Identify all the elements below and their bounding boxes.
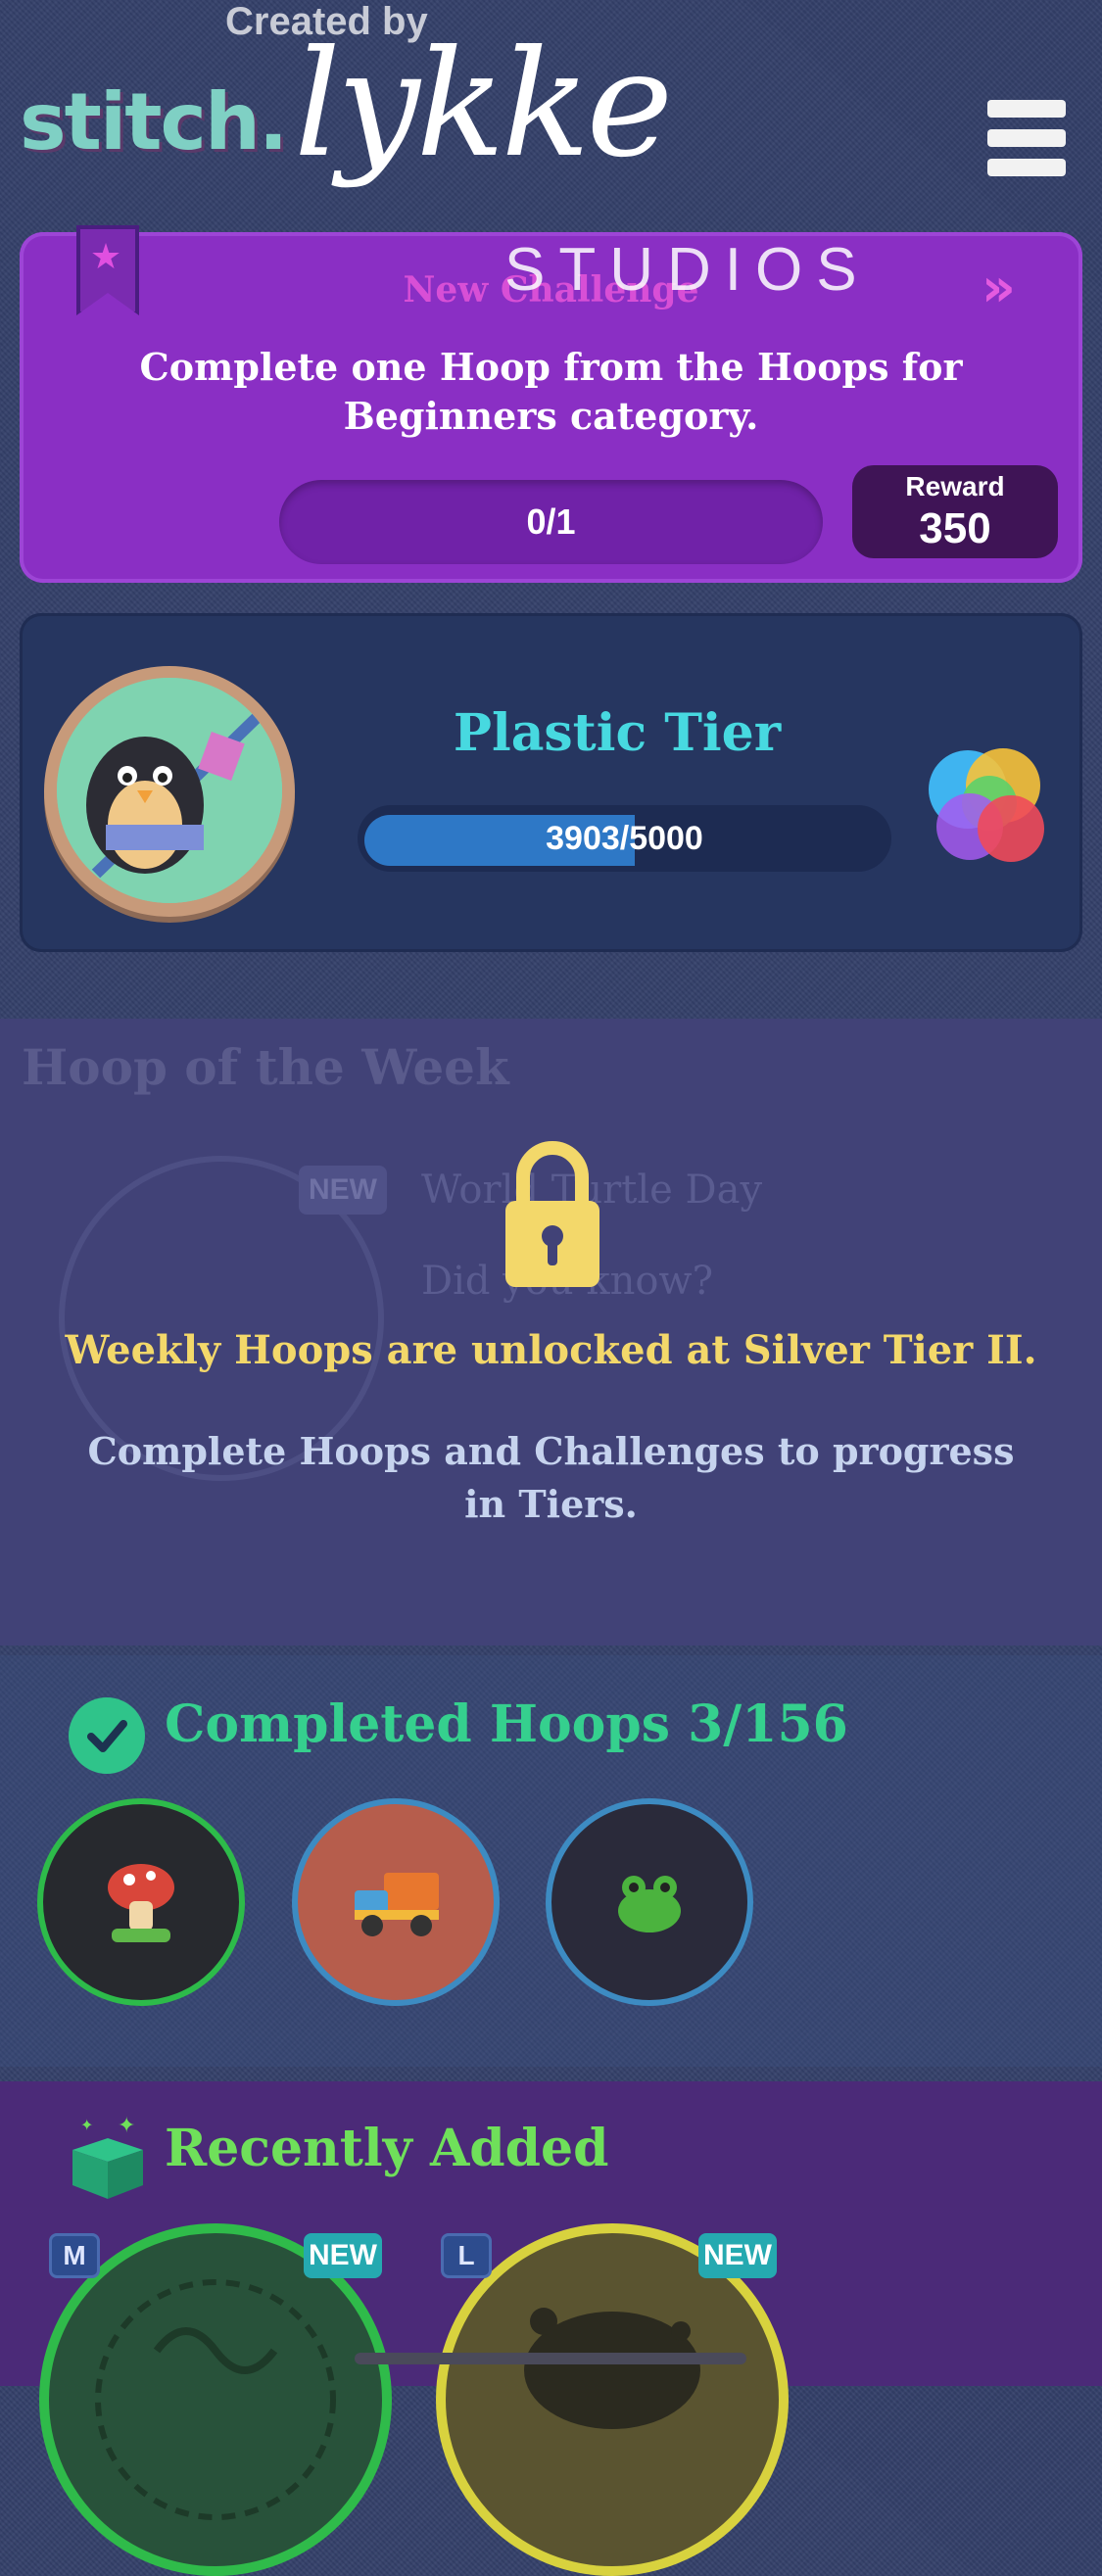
completed-hoop-frog[interactable] — [546, 1798, 753, 2006]
lock-message: Weekly Hoops are unlocked at Silver Tier… — [65, 1327, 1037, 1373]
game-center-icon[interactable] — [921, 742, 1050, 872]
tier-name: Plastic Tier — [453, 703, 782, 763]
padlock-icon — [500, 1136, 605, 1293]
hamburger-menu-icon[interactable] — [987, 100, 1066, 176]
new-badge: NEW — [304, 2233, 382, 2278]
completed-hoop-truck[interactable] — [292, 1798, 500, 2006]
svg-text:✦: ✦ — [80, 2116, 93, 2134]
reward-label: Reward — [905, 471, 1005, 501]
studios-logo: STUDIOS — [504, 236, 871, 304]
reward-badge: Reward 350 — [852, 465, 1058, 558]
completed-hoops-title: Completed Hoops 3/156 — [165, 1694, 848, 1754]
stitch-logo: stitch. — [20, 76, 288, 167]
penguin-icon — [57, 678, 282, 903]
dump-truck-icon — [355, 1873, 439, 1936]
lykke-logo: lykke — [294, 20, 673, 190]
svg-text:✦: ✦ — [118, 2114, 135, 2138]
tier-progress-text: 3903/5000 — [546, 820, 703, 857]
gift-box-icon: ✦ ✦ — [61, 2111, 154, 2204]
completed-hoop-mushroom[interactable] — [37, 1798, 245, 2006]
recently-added-title: Recently Added — [165, 2119, 609, 2178]
lock-subtext: Complete Hoops and Challenges to progres… — [87, 1429, 1015, 1526]
hoop-of-week-title: Hoop of the Week — [22, 1038, 509, 1096]
frog-icon — [618, 1876, 681, 1932]
splatter-icon — [524, 2308, 700, 2429]
double-chevron-right-icon[interactable]: » — [982, 257, 1016, 318]
mushroom-icon — [108, 1864, 174, 1942]
home-indicator[interactable] — [355, 2353, 746, 2364]
reward-value: 350 — [919, 504, 991, 552]
new-badge: NEW — [299, 1166, 387, 1215]
floral-pattern-icon — [95, 2279, 336, 2520]
new-badge: NEW — [698, 2233, 777, 2278]
size-tag-medium: M — [49, 2233, 100, 2278]
challenge-description: Complete one Hoop from the Hoops for Beg… — [139, 345, 963, 438]
checkmark-icon — [69, 1697, 145, 1774]
size-tag-large: L — [441, 2233, 492, 2278]
challenge-progress-text: 0/1 — [526, 501, 576, 542]
